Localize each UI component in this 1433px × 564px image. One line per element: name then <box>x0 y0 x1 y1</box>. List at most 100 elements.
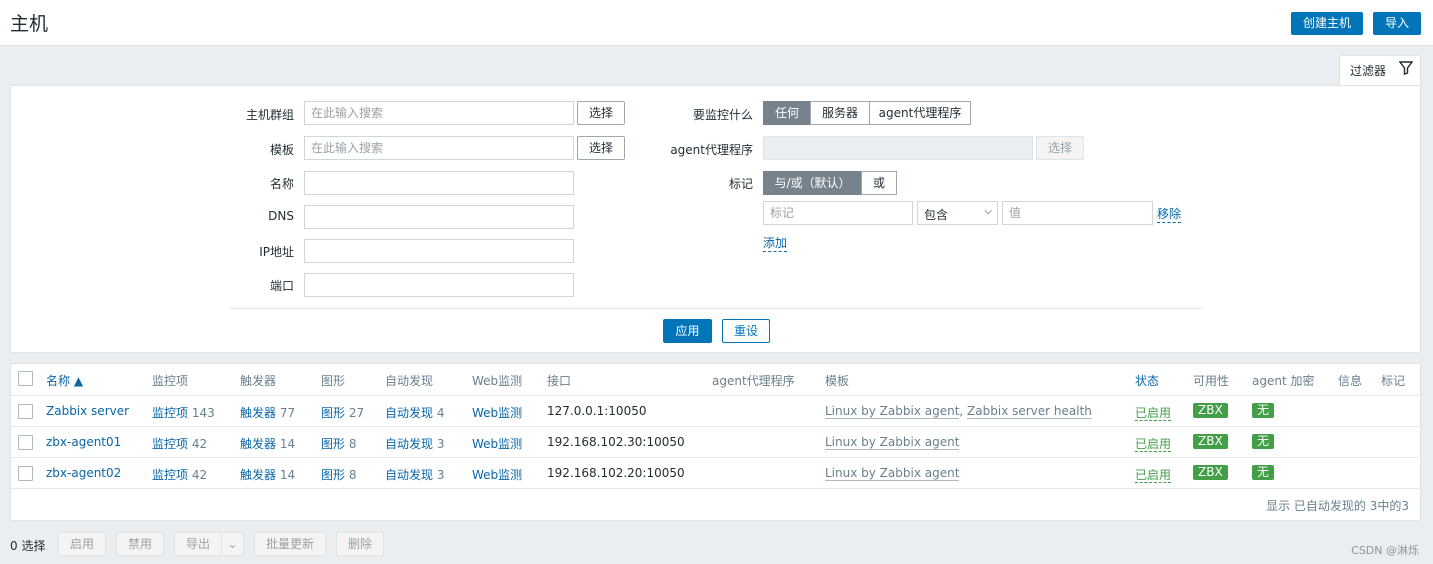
status-toggle[interactable]: 已启用 <box>1135 468 1172 483</box>
tag-operator-select[interactable]: 包含 ⌵ <box>917 201 998 225</box>
watermark: CSDN @淋烁 <box>1351 544 1419 557</box>
row-checkbox[interactable] <box>18 466 33 481</box>
dns-field[interactable] <box>304 205 574 229</box>
graphs-count: 8 <box>348 468 357 482</box>
discovery-cell: 自动发现 4 <box>385 404 444 421</box>
template-link[interactable]: Linux by Zabbix agent <box>825 404 960 419</box>
graphs-link[interactable]: 图形 <box>321 406 345 420</box>
status-toggle[interactable]: 已启用 <box>1135 437 1172 452</box>
tags-or[interactable]: 或 <box>861 171 897 195</box>
monitored-by-any[interactable]: 任何 <box>763 101 811 125</box>
graphs-cell: 图形 8 <box>321 435 356 452</box>
availability-badge: ZBX <box>1193 403 1228 418</box>
items-cell: 监控项 42 <box>152 466 207 483</box>
host-name-link[interactable]: Zabbix server <box>46 404 129 418</box>
select-all-checkbox[interactable] <box>18 371 33 386</box>
export-button: 导出 <box>174 532 222 556</box>
triggers-cell: 触发器 77 <box>240 404 295 421</box>
host-name-link[interactable]: zbx-agent02 <box>46 466 121 480</box>
items-link[interactable]: 监控项 <box>152 468 188 482</box>
name-label: 名称 <box>269 177 294 191</box>
column-header-status[interactable]: 状态 <box>1135 372 1159 389</box>
template-link[interactable]: Linux by Zabbix agent <box>825 435 960 450</box>
table-row: Zabbix server 监控项 143 触发器 77 图形 27 自动发现 … <box>11 395 1420 426</box>
availability-cell: ZBX <box>1193 465 1228 480</box>
discovery-link[interactable]: 自动发现 <box>385 437 433 451</box>
page-title: 主机 <box>10 13 49 35</box>
column-header-encryption: agent 加密 <box>1252 374 1315 388</box>
template-input[interactable]: 在此输入搜索 <box>304 136 574 160</box>
web-link[interactable]: Web监测 <box>472 466 522 483</box>
row-checkbox[interactable] <box>18 404 33 419</box>
graphs-link[interactable]: 图形 <box>321 437 345 451</box>
column-header-items: 监控项 <box>152 374 189 388</box>
discovery-link[interactable]: 自动发现 <box>385 468 433 482</box>
filter-divider <box>229 308 1202 309</box>
tags-and-or[interactable]: 与/或（默认） <box>763 171 862 195</box>
items-link[interactable]: 监控项 <box>152 437 188 451</box>
port-field[interactable] <box>304 273 574 297</box>
encryption-badge: 无 <box>1252 403 1275 418</box>
row-checkbox[interactable] <box>18 435 33 450</box>
import-button[interactable]: 导入 <box>1373 12 1421 35</box>
triggers-count: 77 <box>279 406 296 420</box>
items-link[interactable]: 监控项 <box>152 406 188 420</box>
host-group-input[interactable]: 在此输入搜索 <box>304 101 574 125</box>
availability-badge: ZBX <box>1193 465 1228 480</box>
delete-button: 删除 <box>336 532 384 556</box>
graphs-link[interactable]: 图形 <box>321 468 345 482</box>
tag-add-link[interactable]: 添加 <box>763 234 788 252</box>
monitored-by-server[interactable]: 服务器 <box>810 101 870 125</box>
create-host-button[interactable]: 创建主机 <box>1291 12 1363 35</box>
availability-cell: ZBX <box>1193 403 1228 418</box>
template-link[interactable]: Linux by Zabbix agent <box>825 466 960 481</box>
table-bottom-divider <box>11 488 1420 489</box>
web-link[interactable]: Web监测 <box>472 435 522 452</box>
monitored-by-label: 要监控什么 <box>692 108 753 122</box>
graphs-count: 8 <box>348 437 357 451</box>
templates-cell: Linux by Zabbix agent <box>825 466 960 481</box>
mass-update-button: 批量更新 <box>254 532 326 556</box>
host-name-link[interactable]: zbx-agent01 <box>46 435 121 449</box>
name-field[interactable] <box>304 171 574 195</box>
ip-field[interactable] <box>304 239 574 263</box>
items-cell: 监控项 42 <box>152 435 207 452</box>
status-toggle[interactable]: 已启用 <box>1135 406 1172 421</box>
encryption-cell: 无 <box>1252 434 1275 449</box>
column-header-availability: 可用性 <box>1193 374 1230 388</box>
monitored-by-proxy[interactable]: agent代理程序 <box>869 101 971 125</box>
template-select-button[interactable]: 选择 <box>577 136 625 160</box>
tag-name-input[interactable]: 标记 <box>763 201 913 225</box>
host-group-label: 主机群组 <box>245 108 294 122</box>
items-count: 42 <box>191 468 208 482</box>
triggers-link[interactable]: 触发器 <box>240 468 276 482</box>
status-cell: 已启用 <box>1135 404 1172 421</box>
host-group-select-button[interactable]: 选择 <box>577 101 625 125</box>
encryption-cell: 无 <box>1252 465 1275 480</box>
filter-tab-label: 过滤器 <box>1350 64 1387 78</box>
apply-button[interactable]: 应用 <box>663 319 712 343</box>
discovery-count: 4 <box>436 406 445 420</box>
interface-cell: 127.0.0.1:10050 <box>547 404 647 418</box>
graphs-cell: 图形 27 <box>321 404 364 421</box>
items-count: 143 <box>191 406 215 420</box>
port-label: 端口 <box>269 279 294 293</box>
triggers-link[interactable]: 触发器 <box>240 437 276 451</box>
reset-button[interactable]: 重设 <box>722 319 770 343</box>
filter-tab[interactable]: 过滤器 <box>1339 55 1421 86</box>
template-link[interactable]: Zabbix server health <box>967 404 1092 419</box>
proxy-select-button: 选择 <box>1036 136 1084 160</box>
discovery-link[interactable]: 自动发现 <box>385 406 433 420</box>
tag-value-input[interactable]: 值 <box>1002 201 1153 225</box>
column-header-name[interactable]: 名称 ▲ <box>46 372 83 389</box>
chevron-down-icon: ⌵ <box>984 206 992 217</box>
tag-remove-link[interactable]: 移除 <box>1157 205 1182 223</box>
templates-cell: Linux by Zabbix agent <box>825 435 960 450</box>
template-label: 模板 <box>269 143 294 157</box>
export-dropdown-button: ⌄ <box>221 532 244 556</box>
table-row: zbx-agent02 监控项 42 触发器 14 图形 8 自动发现 3 We… <box>11 457 1420 488</box>
triggers-link[interactable]: 触发器 <box>240 406 276 420</box>
encryption-badge: 无 <box>1252 434 1275 449</box>
status-cell: 已启用 <box>1135 466 1172 483</box>
web-link[interactable]: Web监测 <box>472 404 522 421</box>
